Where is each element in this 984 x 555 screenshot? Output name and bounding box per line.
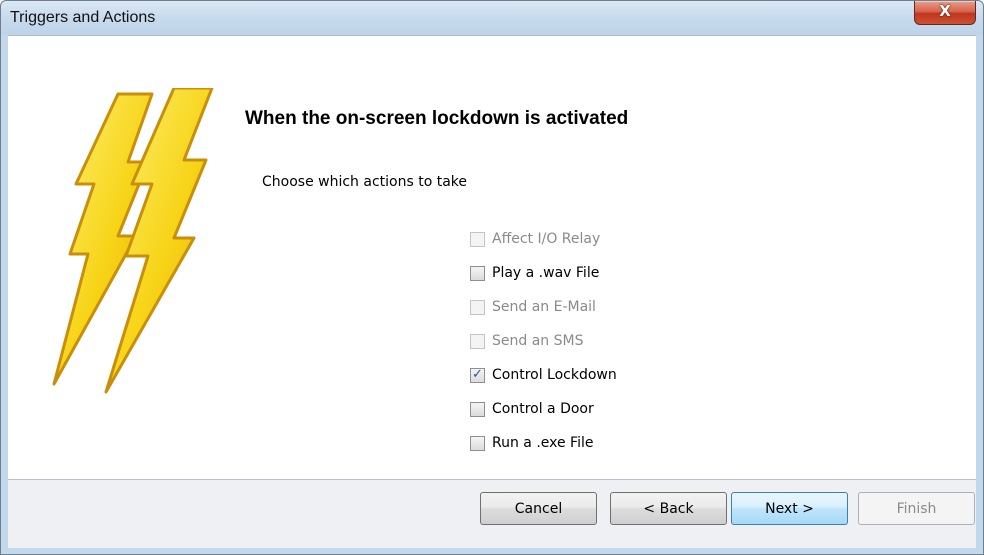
checkmark-icon: ✓ xyxy=(472,366,483,382)
action-play-wav-file[interactable]: Play a .wav File xyxy=(470,256,617,290)
action-control-lockdown[interactable]: ✓ Control Lockdown xyxy=(470,358,617,392)
close-icon: X xyxy=(939,2,951,20)
checkbox-run-exe-file[interactable] xyxy=(470,435,485,451)
lightning-bolt-icon xyxy=(52,88,214,394)
close-button[interactable]: X xyxy=(914,1,976,25)
checkbox-control-door[interactable] xyxy=(470,401,485,417)
action-label[interactable]: Run a .exe File xyxy=(492,435,594,451)
checkbox-control-lockdown[interactable]: ✓ xyxy=(470,366,485,383)
finish-button: Finish xyxy=(858,492,975,525)
checkbox-play-wav-file[interactable] xyxy=(470,265,485,281)
action-label[interactable]: Control a Door xyxy=(492,401,594,417)
action-label: Send an E-Mail xyxy=(492,299,596,315)
action-run-exe-file[interactable]: Run a .exe File xyxy=(470,426,617,460)
next-button[interactable]: Next > xyxy=(731,492,848,525)
action-affect-io-relay: Affect I/O Relay xyxy=(470,222,617,256)
dialog-window: Triggers and Actions X When the on-scree… xyxy=(0,0,984,555)
action-label: Send an SMS xyxy=(492,333,584,349)
title-bar[interactable]: Triggers and Actions X xyxy=(1,1,983,35)
page-subheading: Choose which actions to take xyxy=(262,174,468,190)
action-label[interactable]: Play a .wav File xyxy=(492,265,599,281)
action-control-door[interactable]: Control a Door xyxy=(470,392,617,426)
checkbox-send-email xyxy=(470,299,485,315)
window-title: Triggers and Actions xyxy=(10,9,156,26)
action-send-sms: Send an SMS xyxy=(470,324,617,358)
wizard-footer: Cancel < Back Next > Finish xyxy=(8,479,976,548)
back-button[interactable]: < Back xyxy=(610,492,727,525)
action-send-email: Send an E-Mail xyxy=(470,290,617,324)
actions-list: Affect I/O Relay Play a .wav File Send a… xyxy=(470,222,617,460)
wizard-content: When the on-screen lockdown is activated… xyxy=(8,35,976,479)
checkbox-affect-io-relay xyxy=(470,231,485,247)
action-label[interactable]: Control Lockdown xyxy=(492,367,617,383)
action-label: Affect I/O Relay xyxy=(492,231,601,247)
checkbox-send-sms xyxy=(470,333,485,349)
page-heading: When the on-screen lockdown is activated xyxy=(245,108,629,129)
cancel-button[interactable]: Cancel xyxy=(480,492,597,525)
